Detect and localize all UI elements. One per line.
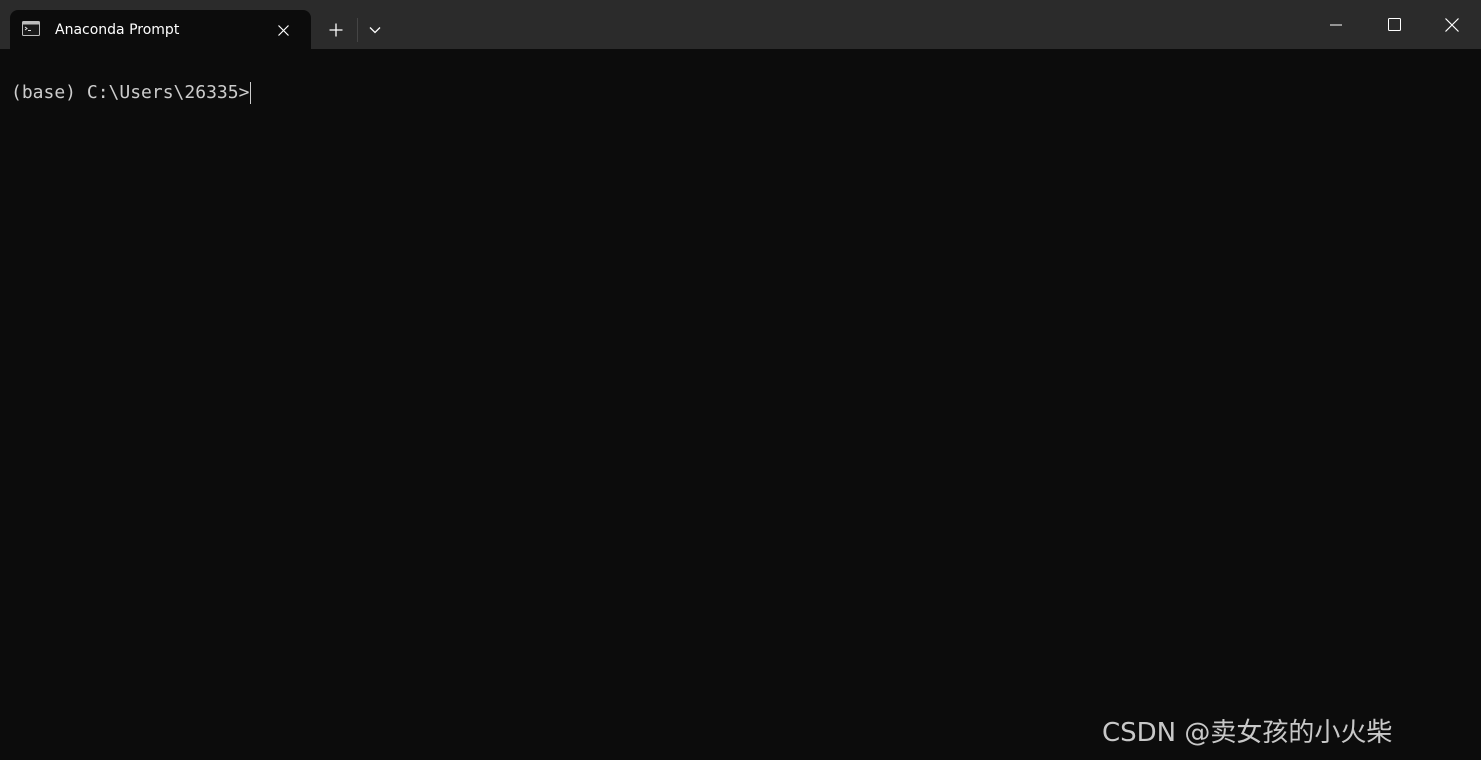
maximize-button[interactable] [1365,0,1423,49]
tab-separator [357,18,358,42]
tab-close-button[interactable] [274,21,292,39]
chevron-down-icon [369,27,381,34]
plus-icon [329,23,343,37]
terminal-window: Anaconda Prompt (base) C:\Users\26335> C… [0,0,1481,760]
terminal-area[interactable]: (base) C:\Users\26335> [0,49,1481,760]
terminal-icon [22,21,40,36]
new-tab-button[interactable] [318,14,354,46]
text-cursor [250,82,252,104]
maximize-icon [1387,18,1401,31]
watermark: CSDN @卖女孩的小火柴 [1102,718,1393,748]
tab-title: Anaconda Prompt [55,22,180,38]
close-icon [1445,17,1459,32]
minimize-button[interactable] [1307,0,1365,49]
title-bar: Anaconda Prompt [0,0,1481,49]
prompt-text: (base) C:\Users\26335> [11,82,250,103]
tab-dropdown-button[interactable] [360,14,390,46]
minimize-icon [1330,24,1342,25]
tab-anaconda-prompt[interactable]: Anaconda Prompt [10,10,311,49]
close-icon [277,24,289,36]
window-close-button[interactable] [1423,0,1481,49]
prompt-line: (base) C:\Users\26335> [11,82,252,104]
